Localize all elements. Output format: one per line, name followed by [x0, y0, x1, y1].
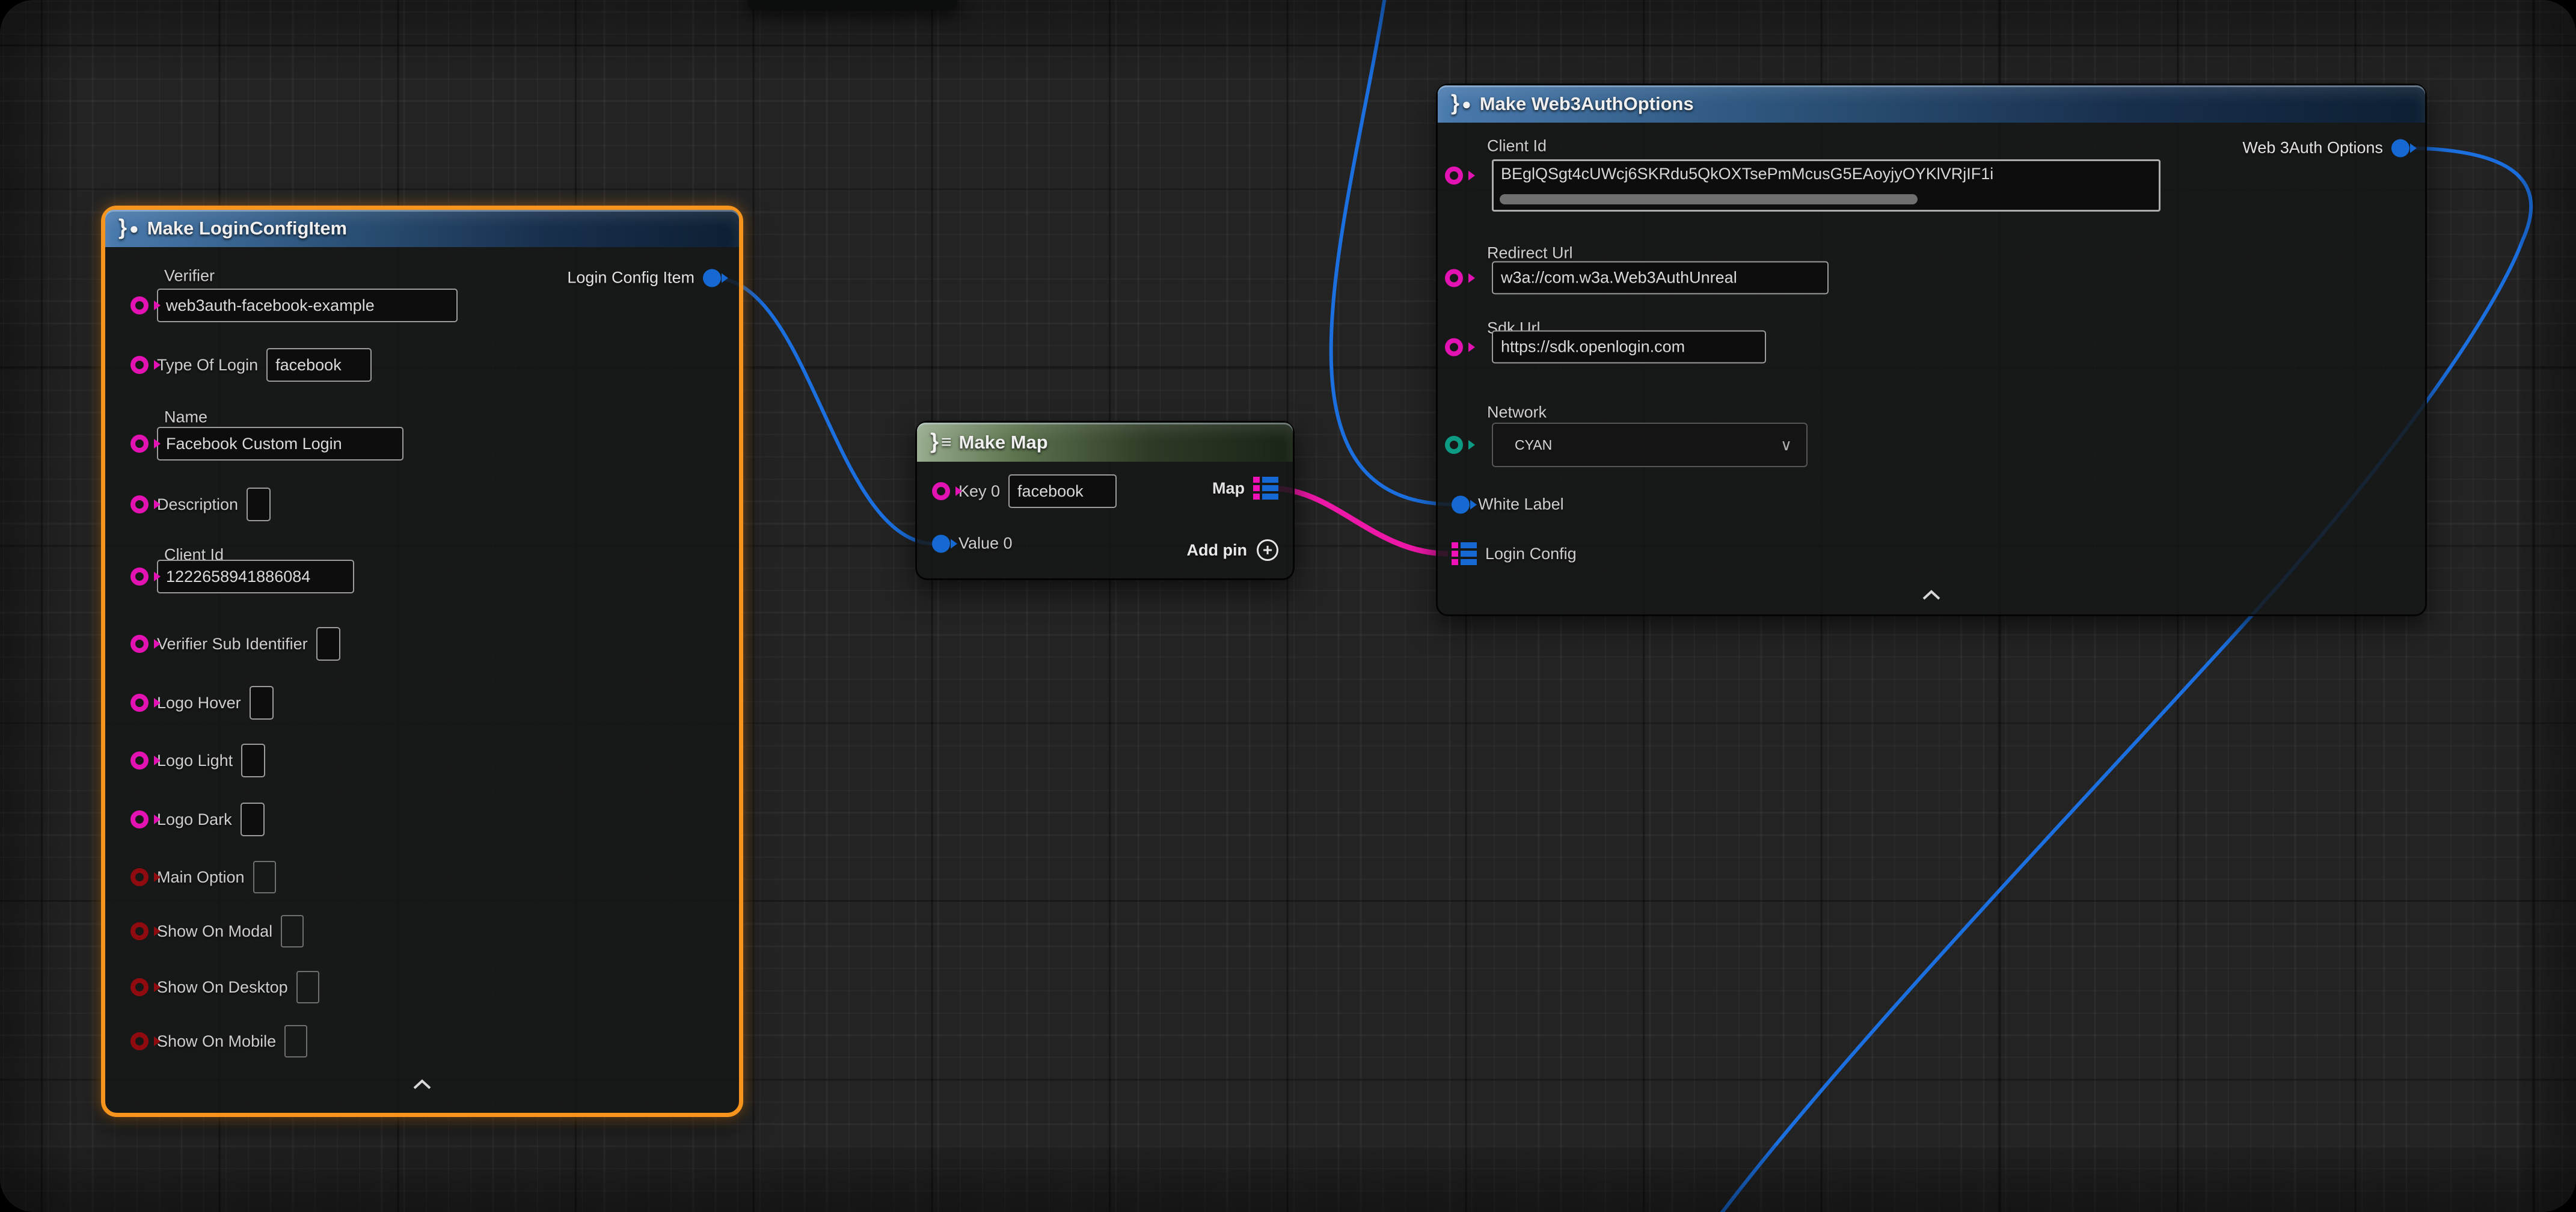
node-title: Make Web3AuthOptions [1480, 93, 1694, 115]
make-struct-icon: }● [118, 218, 139, 239]
output-pin-label: Login Config Item [567, 269, 695, 287]
field-label-redirect-url: Redirect Url [1487, 244, 1573, 263]
chevron-down-icon: ∨ [1780, 436, 1792, 454]
pin-row-sdk-url: https://sdk.openlogin.com [1445, 331, 1766, 364]
input-pin-login-config[interactable] [1452, 542, 1477, 565]
input-pin-logo-light[interactable] [130, 751, 149, 770]
node-header-make-loginconfigitem[interactable]: }● Make LoginConfigItem [105, 210, 739, 247]
output-pin-map[interactable] [1253, 477, 1278, 500]
input-pin-client-id[interactable] [1445, 167, 1463, 185]
pin-row-logo-light: Logo Light [130, 744, 265, 777]
output-pin-login-config-item[interactable] [703, 269, 721, 287]
field-label-network: Network [1487, 403, 1547, 422]
input-pin-name[interactable] [130, 435, 149, 453]
node-make-map[interactable]: }≡ Make Map Key 0 facebook Map Value 0 A… [915, 421, 1295, 580]
key0-field[interactable]: facebook [1008, 474, 1117, 508]
pin-row-logo-dark: Logo Dark [130, 803, 265, 836]
input-pin-redirect-url[interactable] [1445, 269, 1463, 287]
node-title: Make Map [959, 432, 1048, 453]
pin-row-key0: Key 0 facebook [932, 474, 1117, 508]
pin-row-type-of-login: Type Of Login facebook [130, 348, 372, 382]
pin-row-verifier: web3auth-facebook-example [130, 289, 458, 322]
pin-row-verifier-sub-identifier: Verifier Sub Identifier [130, 627, 340, 661]
input-pin-logo-dark[interactable] [130, 810, 149, 828]
output-row-map: Map [1212, 477, 1278, 500]
input-pin-description[interactable] [130, 495, 149, 513]
output-row-login-config-item: Login Config Item [567, 269, 721, 287]
verifier-sub-identifier-field[interactable] [316, 627, 340, 661]
field-label-client-id: Client Id [1487, 137, 1547, 156]
logo-light-field[interactable] [241, 744, 265, 777]
blueprint-graph-canvas[interactable]: }● Make LoginConfigItem Login Config Ite… [0, 0, 2576, 1212]
input-pin-show-on-modal[interactable] [130, 922, 149, 940]
field-label-verifier: Verifier [164, 267, 215, 286]
make-struct-icon: }● [1451, 93, 1471, 115]
input-pin-white-label[interactable] [1452, 495, 1470, 513]
pin-row-client-id: 1222658941886084 [130, 560, 354, 593]
redirect-url-field[interactable]: w3a://com.w3a.Web3AuthUnreal [1492, 262, 1829, 295]
wire-map-to-loginconfig[interactable] [1270, 488, 1448, 554]
pin-row-redirect-url: w3a://com.w3a.Web3AuthUnreal [1445, 262, 1829, 295]
collapse-node-icon[interactable] [1921, 589, 1942, 604]
pin-row-show-on-desktop: Show On Desktop [130, 971, 319, 1003]
input-pin-key0[interactable] [932, 482, 950, 500]
input-pin-value0[interactable] [932, 534, 950, 552]
verifier-field[interactable]: web3auth-facebook-example [157, 289, 458, 322]
pin-row-show-on-mobile: Show On Mobile [130, 1025, 307, 1057]
add-pin-icon: + [1257, 539, 1278, 561]
offscreen-node-fragment[interactable] [747, 0, 957, 10]
node-header-make-map[interactable]: }≡ Make Map [917, 423, 1293, 462]
output-row-web3auth-options: Web 3Auth Options [2242, 139, 2409, 158]
client-id-field[interactable]: 1222658941886084 [157, 560, 354, 593]
pin-row-white-label: White Label [1452, 495, 1564, 514]
logo-hover-field[interactable] [250, 686, 274, 720]
input-pin-network[interactable] [1445, 436, 1463, 454]
pin-row-show-on-modal: Show On Modal [130, 915, 304, 947]
wire-loginconfigitem-to-value0[interactable] [713, 278, 936, 544]
show-on-desktop-checkbox[interactable] [296, 971, 319, 1003]
input-pin-show-on-mobile[interactable] [130, 1032, 149, 1050]
sdk-url-field[interactable]: https://sdk.openlogin.com [1492, 331, 1766, 364]
input-pin-client-id[interactable] [130, 568, 149, 586]
logo-dark-field[interactable] [241, 803, 265, 836]
input-pin-verifier[interactable] [130, 296, 149, 314]
node-title: Make LoginConfigItem [147, 218, 347, 239]
show-on-modal-checkbox[interactable] [281, 915, 304, 947]
pin-row-main-option: Main Option [130, 861, 276, 893]
horizontal-scrollbar[interactable] [1500, 194, 1918, 204]
input-pin-show-on-desktop[interactable] [130, 978, 149, 996]
pin-row-name: Facebook Custom Login [130, 427, 403, 461]
node-make-web3authoptions[interactable]: }● Make Web3AuthOptions Web 3Auth Option… [1436, 84, 2427, 616]
node-header-make-web3authoptions[interactable]: }● Make Web3AuthOptions [1438, 85, 2425, 123]
pin-row-network: CYAN ∨ [1445, 423, 1808, 467]
network-selected-value: CYAN [1515, 437, 1552, 453]
pin-row-client-id [1445, 167, 1463, 185]
description-field[interactable] [247, 488, 271, 521]
input-pin-sdk-url[interactable] [1445, 338, 1463, 356]
input-pin-main-option[interactable] [130, 868, 149, 886]
client-id-field[interactable]: BEglQSgt4cUWcj6SKRdu5QkOXTsePmMcusG5EAoy… [1492, 159, 2160, 212]
make-map-icon: }≡ [930, 432, 951, 453]
name-field[interactable]: Facebook Custom Login [157, 427, 403, 461]
input-pin-verifier-sub-identifier[interactable] [130, 635, 149, 653]
network-dropdown[interactable]: CYAN ∨ [1492, 423, 1808, 467]
output-pin-label: Web 3Auth Options [2242, 139, 2383, 158]
node-make-loginconfigitem[interactable]: }● Make LoginConfigItem Login Config Ite… [101, 206, 743, 1117]
show-on-mobile-checkbox[interactable] [284, 1025, 307, 1057]
field-label-name: Name [164, 408, 207, 427]
pin-row-login-config: Login Config [1452, 542, 1577, 565]
pin-row-value0: Value 0 [932, 534, 1013, 553]
main-option-checkbox[interactable] [253, 861, 276, 893]
pin-row-description: Description [130, 488, 271, 521]
add-pin-button[interactable]: Add pin + [1187, 539, 1278, 561]
pin-row-logo-hover: Logo Hover [130, 686, 274, 720]
client-id-value: BEglQSgt4cUWcj6SKRdu5QkOXTsePmMcusG5EAoy… [1501, 165, 1993, 183]
output-pin-web3auth-options[interactable] [2391, 139, 2409, 157]
input-pin-logo-hover[interactable] [130, 694, 149, 712]
type-of-login-field[interactable]: facebook [266, 348, 372, 382]
input-pin-type-of-login[interactable] [130, 356, 149, 374]
output-pin-label: Map [1212, 479, 1245, 498]
collapse-node-icon[interactable] [412, 1079, 432, 1094]
